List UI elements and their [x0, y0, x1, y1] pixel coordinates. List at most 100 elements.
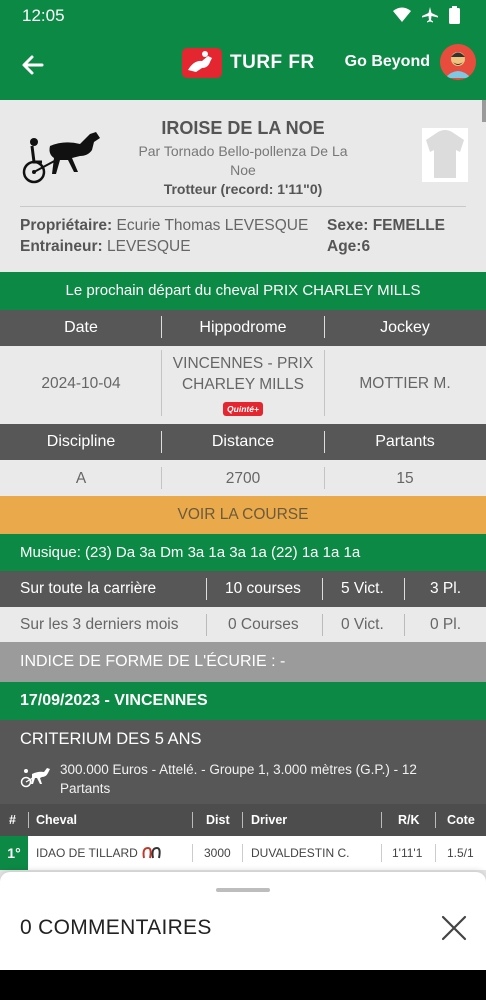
row-separator	[242, 844, 243, 862]
trainer-value: LEVESQUE	[107, 238, 191, 255]
last-race-block[interactable]: CRITERIUM DES 5 ANS 300.000 Euros - Atte…	[0, 720, 486, 804]
battery-icon	[449, 6, 460, 24]
table-row[interactable]: 1° IDAO DE TILLARD 3000 DUVALDESTIN C. 1…	[0, 836, 486, 870]
trainer-line: Entraineur: LEVESQUE	[20, 238, 191, 256]
age-line: Age:6	[327, 238, 370, 256]
result-driver: DUVALDESTIN C.	[251, 846, 350, 860]
back-arrow-icon[interactable]	[18, 50, 48, 80]
owner-label: Propriétaire:	[20, 217, 113, 234]
stats-separator	[322, 614, 323, 636]
voir-la-course-button[interactable]: VOIR LA COURSE	[0, 496, 486, 534]
col-separator	[192, 812, 193, 828]
header-separator	[161, 316, 162, 338]
horse-type-record: Trotteur (record: 1'11"0)	[163, 181, 323, 197]
result-rk: 1'11'1	[392, 846, 423, 860]
header-hippodrome: Hippodrome	[199, 319, 287, 336]
header-date: Date	[64, 319, 98, 336]
trainer-label: Entraineur:	[20, 238, 103, 255]
stats-3months-label: Sur les 3 derniers mois	[20, 616, 179, 633]
result-dist: 3000	[204, 846, 231, 860]
user-name: Go Beyond	[344, 53, 430, 70]
wifi-icon	[393, 7, 411, 22]
row-separator	[381, 844, 382, 862]
age-value: 6	[361, 238, 371, 255]
owner-value: Ecurie Thomas LEVESQUE	[116, 217, 309, 234]
next-race-date: 2024-10-04	[41, 375, 121, 392]
stats-career-label: Sur toute la carrière	[20, 580, 157, 597]
sex-label: Sexe:	[327, 217, 369, 234]
stats-3months-victories: 0 Vict.	[341, 616, 384, 633]
horse-parents: Par Tornado Bello-pollenza De La Noe	[138, 143, 348, 178]
result-rank: 1°	[0, 836, 28, 870]
horse-name: IROISE DE LA NOE	[161, 118, 325, 138]
stats-career-victories: 5 Vict.	[341, 580, 384, 597]
logo-text: TURF FR	[230, 52, 315, 73]
stats-career-places: 3 Pl.	[430, 580, 462, 597]
row-separator	[161, 467, 162, 489]
header-separator	[324, 431, 325, 453]
horse-card-divider	[20, 206, 466, 207]
next-race-distance: 2700	[225, 470, 261, 487]
drag-handle[interactable]	[216, 888, 270, 892]
stats-career-row: Sur toute la carrière 10 courses 5 Vict.…	[0, 571, 486, 607]
stats-career-courses: 10 courses	[225, 580, 301, 597]
row-separator	[192, 844, 193, 862]
header-jockey: Jockey	[380, 319, 430, 336]
avatar[interactable]	[440, 44, 476, 80]
owner-line: Propriétaire: Ecurie Thomas LEVESQUE	[20, 217, 308, 235]
sex-line: Sexe: FEMELLE	[327, 217, 445, 235]
airplane-icon	[422, 7, 438, 23]
indice-forme: INDICE DE FORME DE L'ÉCURIE : -	[0, 642, 486, 682]
header-discipline: Discipline	[46, 433, 116, 450]
status-time: 12:05	[22, 6, 65, 25]
app-logo: TURF FR	[182, 46, 315, 80]
jockey-silks-icon	[422, 128, 468, 182]
col-cheval: Cheval	[36, 813, 77, 827]
next-race-header-2: Discipline Distance Partants	[0, 424, 486, 460]
header-partants: Partants	[375, 433, 435, 450]
stats-3months-courses: 0 Courses	[228, 616, 299, 633]
result-cote: 1.5/1	[447, 846, 474, 860]
col-dist: Dist	[206, 813, 230, 827]
next-race-jockey: MOTTIER M.	[359, 375, 451, 392]
results-header: # Cheval Dist Driver R/K Cote	[0, 804, 486, 836]
stats-separator	[322, 578, 323, 600]
stats-separator	[404, 578, 405, 600]
scrollbar[interactable]	[482, 100, 486, 122]
sex-value: FEMELLE	[372, 217, 446, 234]
row-separator	[435, 844, 436, 862]
stats-3months-places: 0 Pl.	[430, 616, 462, 633]
row-separator	[324, 467, 325, 489]
stats-3months-row: Sur les 3 derniers mois 0 Courses 0 Vict…	[0, 607, 486, 643]
musique-banner: Musique: (23) Da 3a Dm 3a 1a 3a 1a (22) …	[0, 534, 486, 572]
row-separator	[324, 350, 325, 416]
last-race-title: CRITERIUM DES 5 ANS	[20, 730, 202, 748]
next-race-row-1: 2024-10-04 VINCENNES - PRIX CHARLEY MILL…	[0, 346, 486, 424]
user-menu[interactable]: Go Beyond	[345, 44, 476, 80]
col-separator	[242, 812, 243, 828]
comments-sheet: 0 COMMENTAIRES	[0, 872, 486, 970]
close-icon[interactable]	[440, 914, 468, 942]
col-driver: Driver	[251, 813, 288, 827]
col-rank: #	[9, 813, 16, 827]
result-horse: IDAO DE TILLARD	[36, 846, 138, 860]
sulky-horse-icon	[22, 132, 100, 184]
header-separator	[324, 316, 325, 338]
row-separator	[161, 350, 162, 416]
next-race-discipline: A	[75, 470, 87, 487]
last-race-description: 300.000 Euros - Attelé. - Groupe 1, 3.00…	[60, 762, 417, 796]
status-icons	[393, 6, 460, 24]
last-race-date-place[interactable]: 17/09/2023 - VINCENNES	[0, 682, 486, 720]
age-label: Age:	[327, 238, 362, 255]
next-race-banner: Le prochain départ du cheval PRIX CHARLE…	[0, 272, 486, 310]
shoes-icon	[142, 846, 161, 859]
col-cote: Cote	[447, 813, 475, 827]
system-nav-bar	[0, 970, 486, 1000]
col-separator	[435, 812, 436, 828]
app-bar: TURF FR Go Beyond	[0, 32, 486, 100]
header-separator	[161, 431, 162, 453]
logo-horse-icon	[182, 48, 222, 78]
stats-separator	[404, 614, 405, 636]
sulky-horse-small-icon	[20, 768, 50, 788]
stats-separator	[206, 578, 207, 600]
